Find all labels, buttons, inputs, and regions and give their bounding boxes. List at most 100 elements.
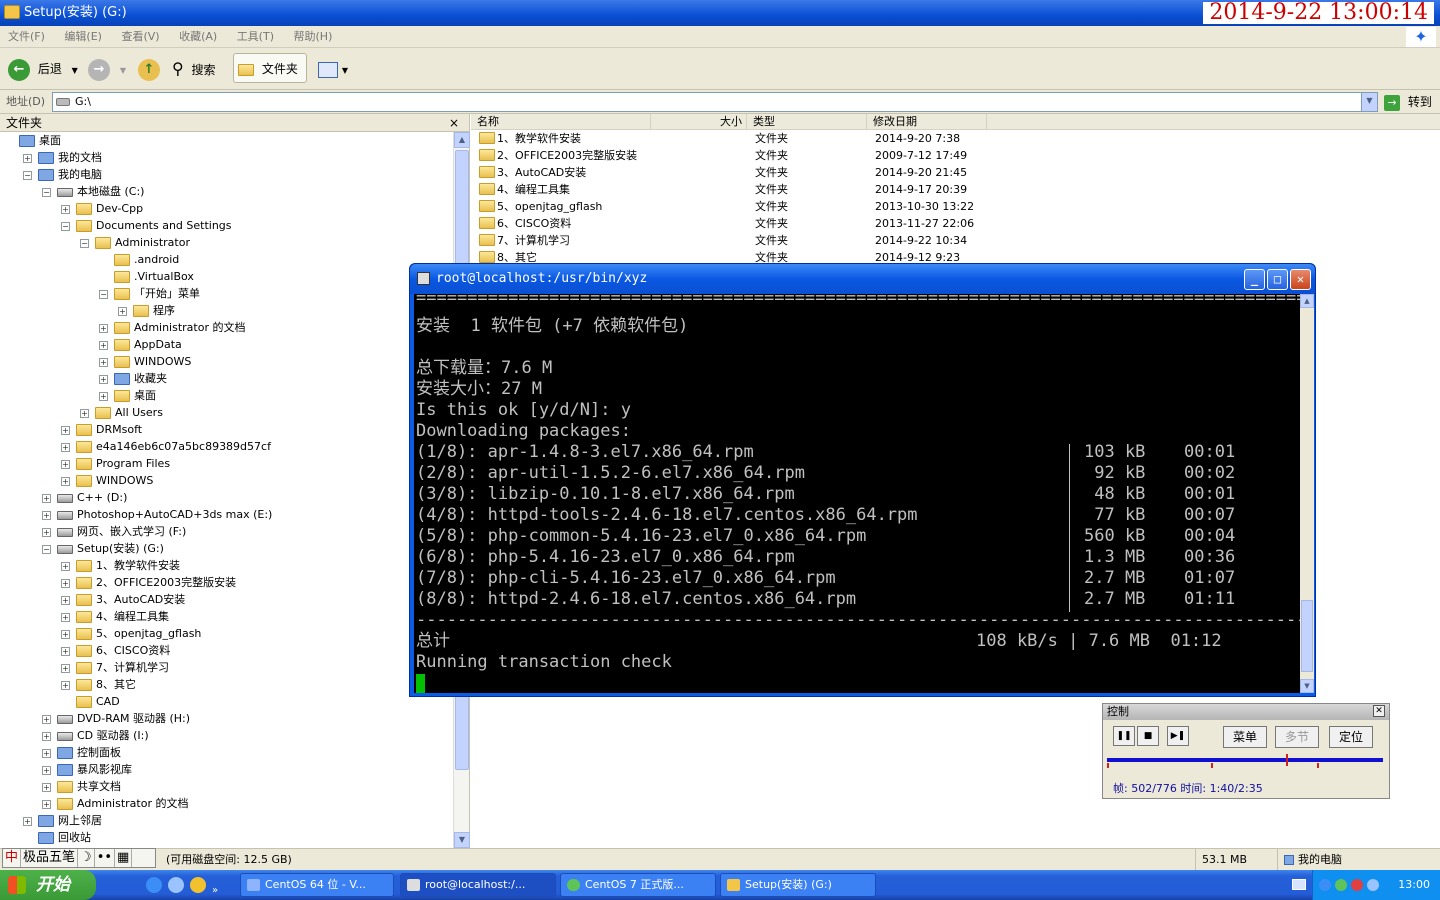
task-centos-vm[interactable]: CentOS 64 位 - V... <box>240 873 394 897</box>
expand-icon[interactable]: + <box>61 425 70 435</box>
tree-node[interactable]: + WINDOWS <box>0 472 454 489</box>
playback-progress-track[interactable] <box>1107 758 1383 762</box>
expand-icon[interactable]: + <box>61 578 70 588</box>
expand-icon[interactable]: + <box>42 714 51 724</box>
up-folder-button[interactable]: ↑ <box>138 54 160 84</box>
network-icon[interactable] <box>1319 879 1331 891</box>
expand-icon[interactable]: + <box>61 663 70 673</box>
scroll-up-icon[interactable]: ▲ <box>1300 294 1314 308</box>
tree-node[interactable]: − Administrator <box>0 234 454 251</box>
address-input[interactable]: G:\ ▼ <box>52 92 1378 112</box>
expand-icon[interactable]: + <box>23 153 32 163</box>
expand-icon[interactable]: + <box>61 204 70 214</box>
expand-icon[interactable]: + <box>99 340 108 350</box>
tree-node[interactable]: + Administrator 的文档 <box>0 319 454 336</box>
tree-node[interactable]: + 网上邻居 <box>0 812 454 829</box>
start-button[interactable]: 开始 <box>0 870 96 900</box>
app-icon[interactable] <box>190 877 206 893</box>
go-button[interactable]: → 转到 <box>1384 92 1432 112</box>
tree-node[interactable]: + 程序 <box>0 302 454 319</box>
ime-moon-icon[interactable]: ☽ <box>78 849 95 867</box>
expand-icon[interactable]: + <box>42 782 51 792</box>
back-button[interactable]: ← 后退 ▼ <box>8 54 78 84</box>
tree-node[interactable]: + 暴风影视库 <box>0 761 454 778</box>
collapse-icon[interactable]: − <box>42 544 51 554</box>
chevron-down-icon[interactable]: ▼ <box>1361 93 1377 111</box>
locate-button[interactable]: 定位 <box>1329 726 1373 748</box>
tree-node[interactable]: +7、计算机学习 <box>0 659 454 676</box>
expand-icon[interactable]: + <box>99 391 108 401</box>
playback-position-marker[interactable] <box>1285 754 1288 766</box>
menu-favorites[interactable]: 收藏(A) <box>171 30 225 43</box>
tree-node[interactable]: + Administrator 的文档 <box>0 795 454 812</box>
tree-node[interactable]: − Setup(安装) (G:) <box>0 540 454 557</box>
tree-node[interactable]: +2、OFFICE2003完整版安装 <box>0 574 454 591</box>
close-icon[interactable]: ✕ <box>1373 705 1385 717</box>
tray-clock[interactable]: 13:00 <box>1398 878 1430 891</box>
expand-icon[interactable]: + <box>99 374 108 384</box>
keyboard-icon[interactable]: ▦ <box>115 849 133 867</box>
column-size[interactable]: 大小 <box>651 114 747 130</box>
scroll-down-icon[interactable]: ▼ <box>1300 679 1314 693</box>
tree-node[interactable]: 回收站 <box>0 829 454 846</box>
column-type[interactable]: 类型 <box>747 114 867 130</box>
search-button[interactable]: ⚲ 搜索 <box>172 54 216 84</box>
tray-app-icon[interactable] <box>1335 879 1347 891</box>
ime-name[interactable]: 极品五笔 <box>21 849 79 867</box>
tree-node[interactable]: − 本地磁盘 (C:) <box>0 183 454 200</box>
tree-node[interactable]: CAD <box>0 693 454 710</box>
expand-icon[interactable]: + <box>42 731 51 741</box>
chevron-down-icon[interactable]: ▼ <box>72 66 78 75</box>
tree-node[interactable]: +6、CISCO资料 <box>0 642 454 659</box>
keyboard-icon[interactable] <box>1292 879 1306 890</box>
tree-node[interactable]: + 桌面 <box>0 387 454 404</box>
expand-icon[interactable]: + <box>99 323 108 333</box>
tree-node[interactable]: +5、openjtag_gflash <box>0 625 454 642</box>
expand-icon[interactable]: + <box>42 765 51 775</box>
tree-node[interactable]: +4、编程工具集 <box>0 608 454 625</box>
expand-icon[interactable]: + <box>23 816 32 826</box>
expand-icon[interactable]: + <box>61 595 70 605</box>
file-row[interactable]: 1、教学软件安装 文件夹 2014-9-20 7:38 <box>471 130 1440 147</box>
tree-node[interactable]: + e4a146eb6c07a5bc89389d57cf <box>0 438 454 455</box>
terminal-output[interactable]: ========================================… <box>414 294 1300 693</box>
menu-file[interactable]: 文件(F) <box>0 30 53 43</box>
multi-section-button[interactable]: 多节 <box>1275 726 1319 748</box>
tree-node[interactable]: 桌面 <box>0 132 454 149</box>
file-row[interactable]: 4、编程工具集 文件夹 2014-9-17 20:39 <box>471 181 1440 198</box>
file-row[interactable]: 2、OFFICE2003完整版安装 文件夹 2009-7-12 17:49 <box>471 147 1440 164</box>
tree-node[interactable]: − 「开始」菜单 <box>0 285 454 302</box>
expand-icon[interactable]: + <box>61 476 70 486</box>
expand-icon[interactable]: + <box>42 493 51 503</box>
tree-node[interactable]: − 我的电脑 <box>0 166 454 183</box>
menu-button[interactable]: 菜单 <box>1223 726 1267 748</box>
expand-icon[interactable]: + <box>42 799 51 809</box>
menu-edit[interactable]: 编辑(E) <box>56 30 110 43</box>
views-button[interactable]: ▼ <box>318 54 348 84</box>
expand-icon[interactable]: + <box>61 646 70 656</box>
tree-node[interactable]: + Photoshop+AutoCAD+3ds max (E:) <box>0 506 454 523</box>
minimize-button[interactable]: _ <box>1244 269 1265 290</box>
tree-node[interactable]: +3、AutoCAD安装 <box>0 591 454 608</box>
ime-mode[interactable]: 中 <box>3 849 22 867</box>
expand-icon[interactable]: + <box>61 629 70 639</box>
forward-button[interactable]: → ▼ <box>88 54 126 84</box>
expand-icon[interactable]: + <box>118 306 127 316</box>
control-title-bar[interactable]: 控制 ✕ <box>1103 704 1389 720</box>
stop-icon[interactable]: ■ <box>1137 726 1159 746</box>
maximize-button[interactable]: □ <box>1267 269 1288 290</box>
next-frame-icon[interactable]: ▶❚ <box>1167 726 1189 746</box>
tree-node[interactable]: + 共享文档 <box>0 778 454 795</box>
expand-icon[interactable]: + <box>99 357 108 367</box>
task-terminal[interactable]: root@localhost:/... <box>400 873 556 897</box>
tree-node[interactable]: − Documents and Settings <box>0 217 454 234</box>
chevron-right-icon[interactable]: » <box>212 885 218 896</box>
tree-node[interactable]: .VirtualBox <box>0 268 454 285</box>
scroll-down-icon[interactable]: ▼ <box>454 832 470 848</box>
collapse-icon[interactable]: − <box>23 170 32 180</box>
task-centos-browser[interactable]: CentOS 7 正式版... <box>560 873 716 897</box>
file-row[interactable]: 6、CISCO资料 文件夹 2013-11-27 22:06 <box>471 215 1440 232</box>
tree-node[interactable]: + 网页、嵌入式学习 (F:) <box>0 523 454 540</box>
tree-node[interactable]: + 控制面板 <box>0 744 454 761</box>
expand-icon[interactable]: + <box>80 408 89 418</box>
